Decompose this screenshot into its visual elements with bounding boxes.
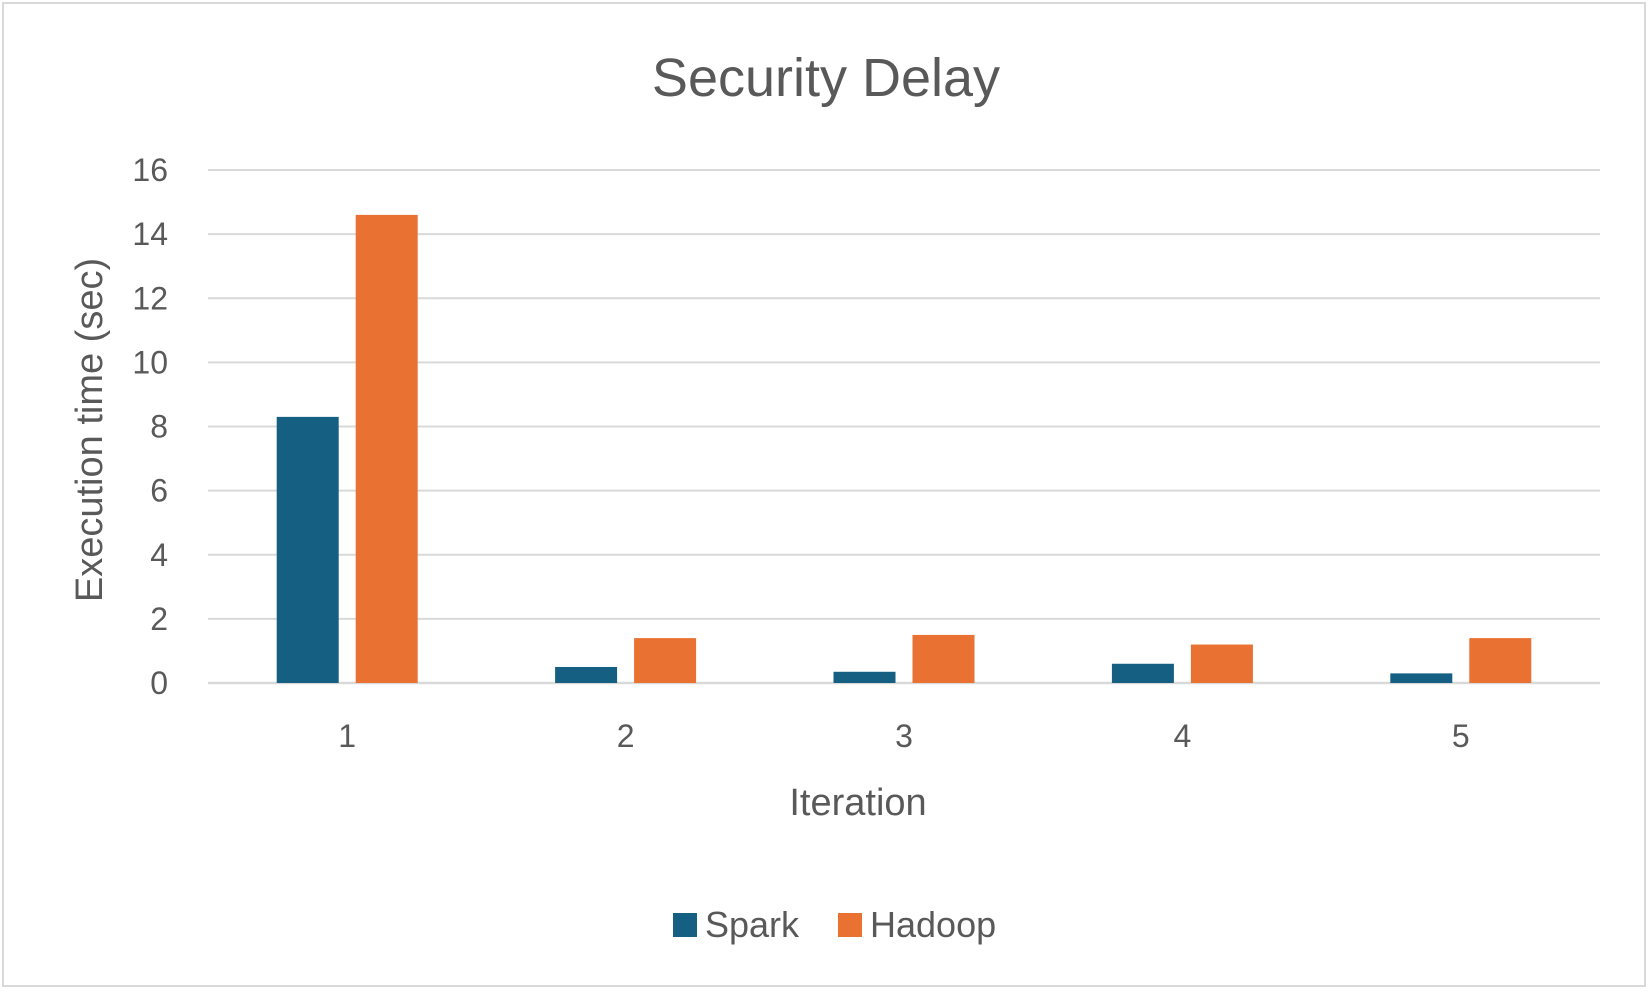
bar-hadoop-5 xyxy=(1469,638,1532,683)
legend-swatch-hadoop xyxy=(838,913,862,937)
x-tick-label: 1 xyxy=(338,718,356,754)
bar-spark-5 xyxy=(1390,673,1453,683)
y-tick-label: 8 xyxy=(150,409,168,445)
bars xyxy=(276,214,1532,683)
x-axis-label: Iteration xyxy=(789,782,926,824)
bar-hadoop-2 xyxy=(634,638,697,683)
y-tick-label: 10 xyxy=(132,344,168,380)
bar-hadoop-3 xyxy=(912,634,975,683)
bar-spark-1 xyxy=(276,416,339,683)
bar-chart: Security Delay 0246810121416 12345 Itera… xyxy=(69,48,1600,945)
legend-label-spark: Spark xyxy=(705,904,800,945)
legend-swatch-spark xyxy=(673,913,697,937)
y-axis-ticks: 0 2 4 6 8 10 12 14 16 xyxy=(132,152,168,701)
y-tick-label: 4 xyxy=(150,537,168,573)
y-axis-label: Execution time (sec) xyxy=(69,258,111,602)
x-tick-label: 5 xyxy=(1452,718,1470,754)
legend: Spark Hadoop xyxy=(673,904,996,945)
y-tick-label: 6 xyxy=(150,473,168,509)
y-tick-label: 2 xyxy=(150,601,168,637)
x-tick-label: 3 xyxy=(895,718,913,754)
x-tick-label: 4 xyxy=(1174,718,1192,754)
x-tick-label: 2 xyxy=(617,718,635,754)
bar-spark-2 xyxy=(555,666,618,683)
bar-spark-4 xyxy=(1111,663,1174,683)
y-tick-label: 12 xyxy=(132,280,168,316)
y-tick-label: 16 xyxy=(132,152,168,188)
bar-hadoop-1 xyxy=(355,214,418,683)
legend-label-hadoop: Hadoop xyxy=(870,904,996,945)
chart-title: Security Delay xyxy=(652,48,1000,108)
bar-spark-3 xyxy=(833,671,896,683)
x-axis-ticks: 1 2 3 4 5 xyxy=(338,718,1469,754)
bar-hadoop-4 xyxy=(1190,644,1253,683)
y-tick-label: 14 xyxy=(132,216,168,252)
y-tick-label: 0 xyxy=(150,665,168,701)
